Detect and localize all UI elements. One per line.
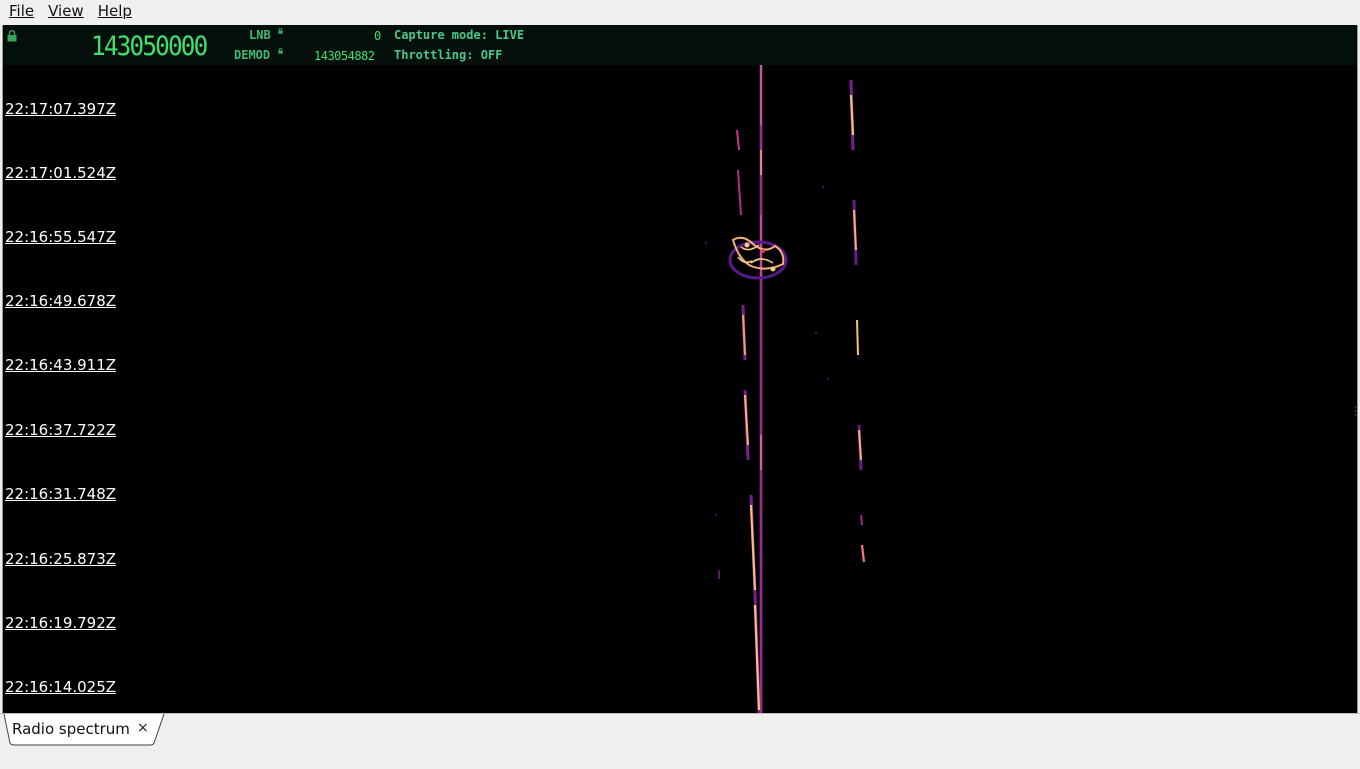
menu-view[interactable]: View	[43, 0, 89, 23]
lnb-lock-icon[interactable]	[278, 28, 283, 34]
spectrum-panel: 143050000 LNB 0 DEMOD 143054882 Capture …	[2, 25, 1358, 713]
burst-blob	[728, 236, 788, 280]
timestamp-label[interactable]: 22:16:43.911Z	[5, 356, 116, 374]
lock-icon[interactable]	[7, 30, 17, 42]
timestamp-label[interactable]: 22:16:19.792Z	[5, 614, 116, 632]
frequency-header: 143050000 LNB 0 DEMOD 143054882 Capture …	[3, 25, 1357, 65]
timestamp-label[interactable]: 22:16:31.748Z	[5, 485, 116, 503]
demod-label: DEMOD	[234, 48, 271, 62]
tab-strip: Radio spectrum ×	[0, 713, 1360, 769]
timestamp-label[interactable]: 22:17:01.524Z	[5, 164, 116, 182]
timestamp-label[interactable]: 22:16:25.873Z	[5, 550, 116, 568]
waterfall-display[interactable]: 22:17:07.397Z 22:17:01.524Z 22:16:55.547…	[3, 65, 1357, 713]
capture-mode-status: Capture mode: LIVE	[394, 28, 525, 42]
timestamp-label[interactable]: 22:16:14.025Z	[5, 678, 116, 696]
timestamp-label[interactable]: 22:16:49.678Z	[5, 292, 116, 310]
tab-close-icon[interactable]: ×	[137, 720, 149, 736]
resize-grip-icon[interactable]	[1354, 405, 1357, 417]
timestamp-label[interactable]: 22:17:07.397Z	[5, 100, 116, 118]
throttling-status: Throttling: OFF	[394, 48, 503, 62]
demod-lock-icon[interactable]	[278, 48, 283, 54]
timestamp-label[interactable]: 22:16:37.722Z	[5, 421, 116, 439]
timestamp-label[interactable]: 22:16:55.547Z	[5, 228, 116, 246]
demod-frequency-value[interactable]: 143054882	[314, 49, 375, 63]
menu-bar: File View Help	[0, 0, 1360, 23]
tab-label: Radio spectrum	[12, 720, 130, 738]
lnb-value[interactable]: 0	[374, 29, 381, 43]
waterfall-signals	[705, 65, 866, 713]
menu-file[interactable]: File	[4, 0, 39, 23]
lnb-label: LNB	[249, 28, 271, 42]
main-frequency-display[interactable]: 143050000	[91, 31, 208, 63]
menu-help[interactable]: Help	[93, 0, 137, 23]
